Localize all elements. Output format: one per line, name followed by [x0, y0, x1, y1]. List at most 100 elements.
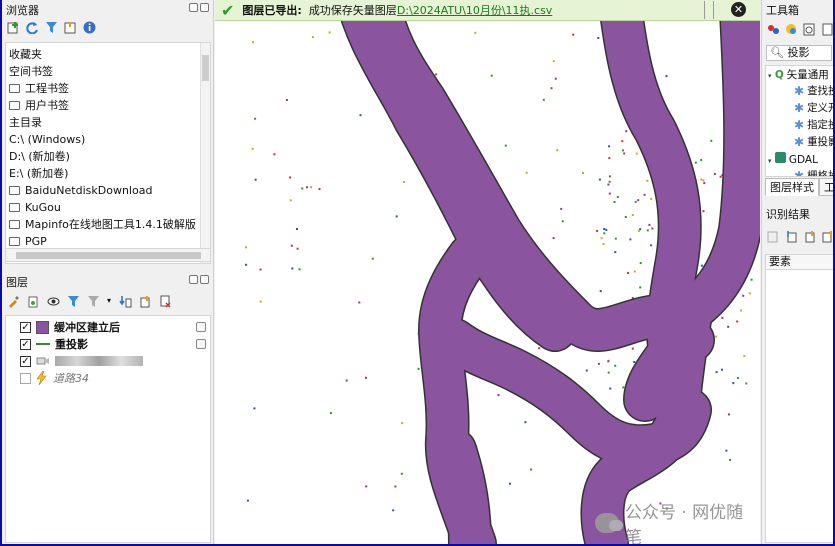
toolbox-algorithm[interactable]: ✱重投影: [794, 134, 833, 150]
data-point: [614, 364, 617, 367]
message-file-link[interactable]: D:\2024ATU\10月份\11执.csv: [397, 2, 553, 18]
manage-visibility-icon[interactable]: [46, 294, 60, 308]
layer-row-points[interactable]: ✓: [20, 353, 143, 369]
layer-checkbox[interactable]: ✓: [20, 338, 31, 350]
chevron-down-icon[interactable]: ▾: [106, 294, 112, 308]
tab-layer-style[interactable]: 图层样式: [765, 178, 819, 196]
data-point: [401, 422, 404, 425]
layer-checkbox[interactable]: ✓: [20, 355, 31, 367]
close-panel-button[interactable]: [200, 3, 209, 12]
layer-indicator-button[interactable]: [196, 322, 206, 332]
layer-row-reproject[interactable]: ✓ 重投影: [20, 336, 88, 352]
data-point: [596, 229, 599, 232]
redacted-layer-name: [55, 356, 143, 366]
filter-legend-icon[interactable]: [66, 294, 80, 308]
browser-item[interactable]: 空间书签: [9, 63, 53, 80]
toolbox-algorithm[interactable]: ✱指定投: [794, 117, 833, 133]
toolbox-provider[interactable]: ▾ Q 矢量通用: [768, 67, 829, 83]
data-point: [290, 244, 293, 247]
info-icon[interactable]: [82, 20, 96, 34]
expand-all-icon[interactable]: [118, 294, 132, 308]
browser-item[interactable]: BaiduNetdiskDownload: [9, 182, 152, 199]
expand-icon[interactable]: [784, 229, 798, 243]
collapse-all-icon[interactable]: [138, 294, 152, 308]
data-point: [394, 485, 397, 488]
toolbox-item-label: 重投影: [807, 136, 833, 148]
close-icon[interactable]: ✕: [731, 2, 746, 17]
data-point: [602, 243, 605, 246]
layer-indicator-button[interactable]: [196, 339, 206, 349]
tab-toolbox[interactable]: 工: [819, 178, 833, 196]
message-scroll-control[interactable]: [704, 1, 714, 19]
data-point: [607, 183, 610, 186]
identify-results-table[interactable]: 要素: [765, 254, 833, 543]
layers-panel-controls: [189, 275, 209, 284]
layer-row-buffer[interactable]: ✓ 缓冲区建立后: [20, 319, 120, 335]
filter-icon[interactable]: [44, 20, 58, 34]
collapse-icon[interactable]: [63, 20, 77, 34]
layers-tree[interactable]: ✓ 缓冲区建立后 ✓ 重投影 ✓ 道路34: [5, 315, 211, 543]
remove-layer-icon[interactable]: [158, 294, 172, 308]
data-point: [306, 186, 308, 189]
toolbox-tree[interactable]: ▾ Q矢量通用✱查找投✱定义开✱指定投✱重投影▾ GDAL✱栅格投影: [765, 65, 833, 177]
data-point: [631, 347, 634, 350]
filter-expression-icon[interactable]: [86, 294, 100, 308]
browser-item[interactable]: KuGou: [9, 199, 61, 216]
refresh-icon[interactable]: [25, 20, 39, 34]
toolbox-algorithm[interactable]: ✱栅格投影: [794, 168, 833, 176]
browser-tree[interactable]: 收藏夹 空间书签 工程书签 用户书签 主目录 C:\ (Windows) D:\ (新加卷)…: [5, 42, 211, 264]
folder-icon: [9, 186, 20, 195]
models-icon[interactable]: [766, 22, 780, 36]
browser-item[interactable]: D:\ (新加卷): [9, 148, 70, 165]
scripts-icon[interactable]: [784, 22, 798, 36]
data-point: [582, 172, 584, 174]
browser-item-label: C:\ (Windows): [9, 133, 86, 146]
buffer-road-shape: [434, 429, 491, 544]
toolbox-search-input[interactable]: 🔍︎ 投影: [766, 45, 832, 61]
data-point: [719, 175, 722, 178]
browser-panel-controls: [189, 3, 209, 12]
browser-toolbar: [6, 20, 96, 34]
browser-item[interactable]: 工程书签: [9, 80, 69, 97]
expand-new-icon[interactable]: [820, 229, 833, 243]
data-point: [561, 220, 564, 223]
layer-row-road[interactable]: 道路34: [20, 370, 89, 386]
data-point: [609, 387, 612, 390]
results-icon[interactable]: [820, 22, 833, 36]
data-point: [627, 271, 629, 274]
browser-scrollbar[interactable]: [200, 43, 210, 263]
data-point: [259, 300, 262, 303]
browser-hscrollbar[interactable]: [5, 248, 211, 262]
data-point: [665, 75, 668, 78]
browser-item[interactable]: 用户书签: [9, 97, 69, 114]
data-point: [572, 33, 575, 36]
browser-item[interactable]: Mapinfo在线地图工具1.4.1破解版: [9, 216, 196, 233]
add-group-icon[interactable]: [26, 294, 40, 308]
add-icon[interactable]: [6, 20, 20, 34]
watermark-text: 公众号 · 网优随笔: [624, 503, 744, 544]
data-point: [742, 294, 745, 297]
data-point: [725, 449, 728, 452]
style-brush-icon[interactable]: [6, 294, 20, 308]
map-canvas[interactable]: ✔ 图层已导出: 成功保存矢量图层 D:\2024ATU\10月份\11执.cs…: [215, 0, 760, 544]
browser-item[interactable]: 收藏夹: [9, 46, 42, 63]
data-point: [298, 268, 301, 271]
history-icon[interactable]: [802, 22, 816, 36]
copy-icon[interactable]: [766, 229, 780, 243]
toolbox-algorithm[interactable]: ✱定义开: [794, 100, 833, 116]
toolbox-algorithm[interactable]: ✱查找投: [794, 83, 833, 99]
qgis-window: 浏览器 收藏夹 空间书签 工程书签 用户书签 主目录 C:\ (Windows) D:\ (…: [2, 0, 833, 544]
toolbox-provider[interactable]: ▾ GDAL: [768, 151, 818, 168]
close-panel-button[interactable]: [200, 275, 209, 284]
float-panel-button[interactable]: [189, 3, 198, 12]
browser-item[interactable]: C:\ (Windows): [9, 131, 85, 148]
browser-item[interactable]: 主目录: [9, 114, 42, 131]
data-point: [497, 394, 500, 397]
browser-item[interactable]: E:\ (新加卷): [9, 165, 68, 182]
data-point: [246, 499, 249, 502]
layer-checkbox[interactable]: ✓: [20, 321, 31, 333]
float-panel-button[interactable]: [189, 275, 198, 284]
layer-checkbox[interactable]: [20, 372, 31, 384]
collapse-icon[interactable]: [802, 229, 816, 243]
feature-column-header[interactable]: 要素: [766, 255, 833, 270]
